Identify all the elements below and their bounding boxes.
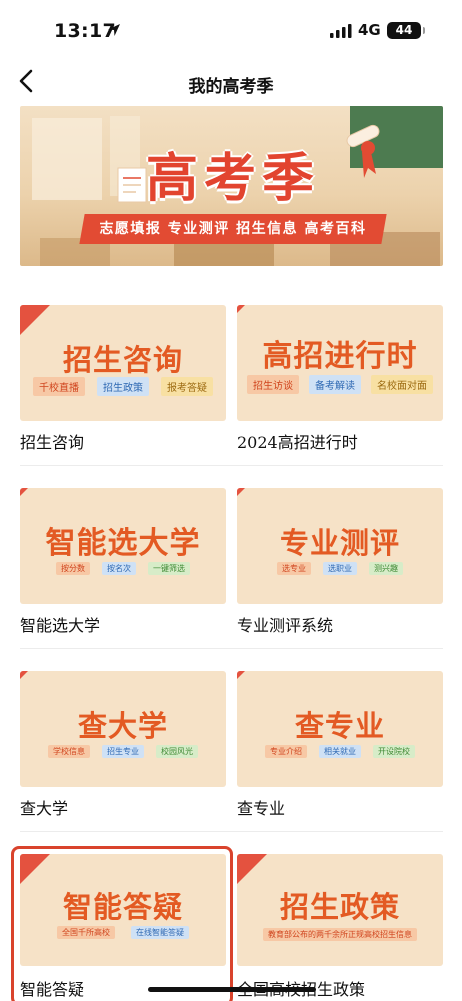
tag: 选职业 xyxy=(323,562,357,575)
card-caption[interactable]: 招生咨询 xyxy=(20,429,84,453)
tag: 相关就业 xyxy=(319,745,361,758)
tag: 千校直播 xyxy=(33,377,85,396)
divider xyxy=(20,465,443,466)
tag: 招生专业 xyxy=(102,745,144,758)
diploma-scroll-icon xyxy=(346,124,380,178)
divider xyxy=(20,831,443,832)
corner-ribbon xyxy=(237,305,245,313)
tag: 名校面对面 xyxy=(371,375,433,394)
card-tags: 专业介绍 相关就业 开设院校 xyxy=(237,745,443,758)
card-caption[interactable]: 查大学 xyxy=(20,795,68,819)
corner-ribbon xyxy=(20,305,50,335)
card-title: 查专业 xyxy=(294,709,385,743)
corner-ribbon xyxy=(237,488,245,496)
card-caption[interactable]: 智能选大学 xyxy=(20,612,100,636)
card-admissions-consult[interactable]: 招生咨询 千校直播 招生政策 报考答疑 xyxy=(20,305,226,421)
banner-window xyxy=(32,118,102,200)
divider xyxy=(20,648,443,649)
exam-paper-icon xyxy=(117,167,147,203)
corner-ribbon xyxy=(237,854,267,884)
tag: 选专业 xyxy=(277,562,311,575)
page-title: 我的高考季 xyxy=(188,77,274,97)
card-title: 查大学 xyxy=(77,709,168,743)
tag: 校园风光 xyxy=(156,745,198,758)
card-title: 专业测评 xyxy=(279,526,400,560)
network-type: 4G xyxy=(358,21,381,39)
tag: 招生政策 xyxy=(97,377,149,396)
card-tags: 选专业 选职业 测兴趣 xyxy=(237,562,443,575)
card-admissions-policy[interactable]: 招生政策 教育部公布的两千余所正规高校招生信息 xyxy=(237,854,443,966)
banner-headline: 高考季 xyxy=(146,148,321,209)
corner-ribbon xyxy=(20,671,28,679)
home-indicator[interactable] xyxy=(148,987,316,992)
card-find-university[interactable]: 查大学 学校信息 招生专业 校园风光 xyxy=(20,671,226,787)
tag: 报考答疑 xyxy=(161,377,213,396)
tag: 教育部公布的两千余所正规高校招生信息 xyxy=(263,928,417,941)
card-caption[interactable]: 查专业 xyxy=(237,795,285,819)
hero-banner[interactable]: 高考季 志愿填报 专业测评 招生信息 高考百科 xyxy=(20,106,443,266)
card-caption[interactable]: 2024高招进行时 xyxy=(237,429,358,453)
card-title: 高招进行时 xyxy=(262,339,418,374)
card-title: 招生咨询 xyxy=(62,343,183,377)
card-admissions-live[interactable]: 高招进行时 招生访谈 备考解读 名校面对面 xyxy=(237,305,443,421)
card-caption[interactable]: 专业测评系统 xyxy=(237,612,333,636)
card-smart-university-select[interactable]: 智能选大学 按分数 按名次 一键筛选 xyxy=(20,488,226,604)
selection-highlight xyxy=(11,846,233,1001)
card-title: 智能选大学 xyxy=(45,526,201,561)
tag: 开设院校 xyxy=(373,745,415,758)
card-tags: 教育部公布的两千余所正规高校招生信息 xyxy=(237,928,443,941)
card-major-assessment[interactable]: 专业测评 选专业 选职业 测兴趣 xyxy=(237,488,443,604)
tag: 招生访谈 xyxy=(247,375,299,394)
battery-icon: 44 xyxy=(387,22,425,39)
tag: 按分数 xyxy=(56,562,90,575)
tag: 测兴趣 xyxy=(369,562,403,575)
tag: 学校信息 xyxy=(48,745,90,758)
corner-ribbon xyxy=(20,488,28,496)
card-tags: 学校信息 招生专业 校园风光 xyxy=(20,745,226,758)
banner-slogan: 志愿填报 专业测评 招生信息 高考百科 xyxy=(99,221,367,237)
card-tags: 千校直播 招生政策 报考答疑 xyxy=(20,377,226,396)
tag: 专业介绍 xyxy=(265,745,307,758)
cellular-signal-icon xyxy=(330,24,352,38)
tag: 按名次 xyxy=(102,562,136,575)
nav-bar: 我的高考季 xyxy=(0,60,462,104)
tag: 一键筛选 xyxy=(148,562,190,575)
card-find-major[interactable]: 查专业 专业介绍 相关就业 开设院校 xyxy=(237,671,443,787)
location-arrow-icon xyxy=(108,24,120,36)
status-bar: 13:17 4G 44 xyxy=(0,0,462,56)
card-tags: 按分数 按名次 一键筛选 xyxy=(20,562,226,575)
card-title: 招生政策 xyxy=(279,890,400,924)
tag: 备考解读 xyxy=(309,375,361,394)
corner-ribbon xyxy=(237,671,245,679)
card-tags: 招生访谈 备考解读 名校面对面 xyxy=(237,375,443,394)
